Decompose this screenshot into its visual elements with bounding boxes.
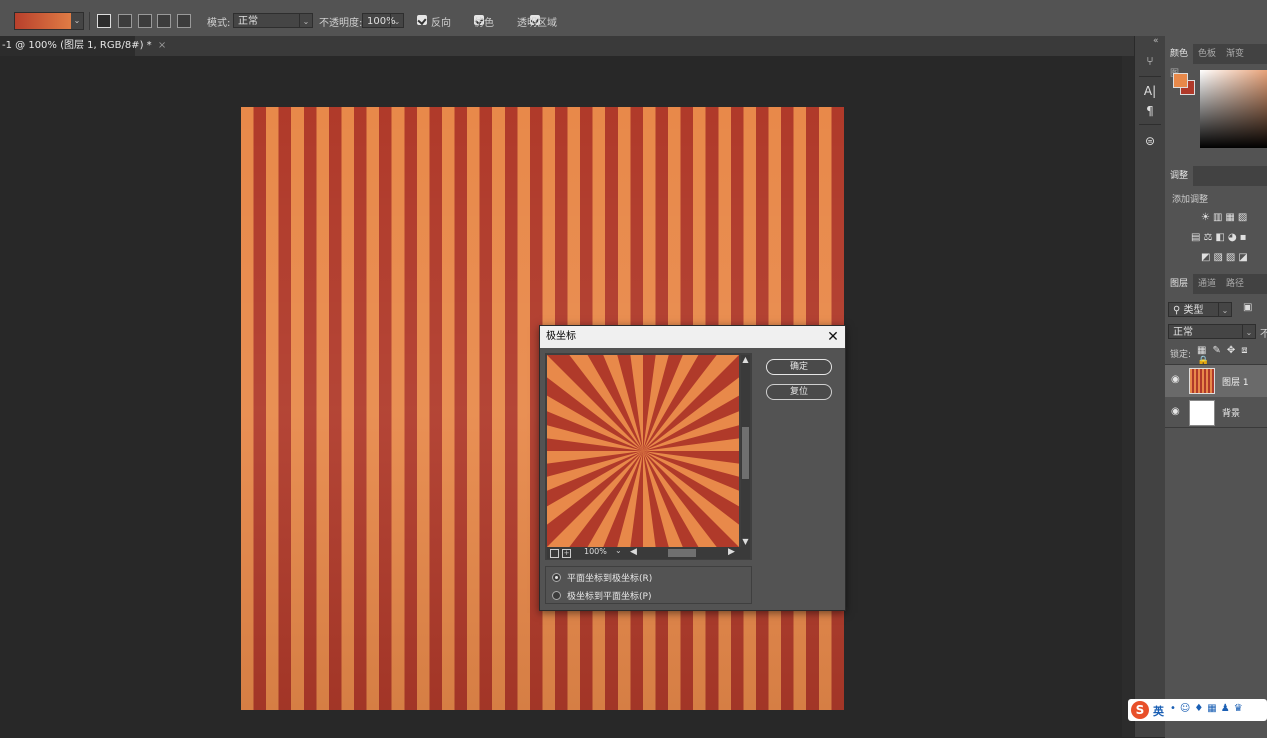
layers-list-area — [1165, 427, 1267, 738]
angle-gradient-button[interactable] — [138, 14, 152, 28]
preview-frame: ▲ ▼ + 100% ⌄ ◀ ▶ — [545, 353, 752, 560]
mode-label: 模式: — [207, 18, 231, 29]
document-tab-title: -1 @ 100% (图层 1, RGB/8#) * — [2, 40, 152, 51]
zoom-out-button[interactable] — [550, 549, 559, 558]
opacity-label: 不透明度: — [319, 18, 363, 29]
collapse-panels-icon[interactable]: « — [1153, 36, 1159, 46]
sogou-logo-icon[interactable]: S — [1131, 701, 1149, 719]
image-filter-icon[interactable]: ▣ — [1243, 302, 1252, 313]
color-field[interactable] — [1200, 70, 1267, 148]
close-icon[interactable]: ✕ — [825, 326, 841, 348]
adjustments-panel-tabs: 调整 — [1165, 166, 1267, 186]
opacity-label-truncated: 不 — [1260, 329, 1267, 340]
gradient-picker[interactable]: ⌄ — [14, 12, 84, 30]
reset-button[interactable]: 复位 — [766, 384, 832, 400]
blend-mode-value: 正常 — [1173, 327, 1193, 338]
document-tab[interactable]: -1 @ 100% (图层 1, RGB/8#) * × — [0, 36, 166, 56]
diamond-gradient-button[interactable] — [177, 14, 191, 28]
add-adjustment-label: 添加调整 — [1172, 195, 1209, 205]
toolbar-divider — [89, 12, 90, 30]
panel-divider — [1139, 76, 1161, 77]
ok-button[interactable]: 确定 — [766, 359, 832, 375]
mode-value: 正常 — [238, 16, 258, 27]
mode-select[interactable]: 正常 ⌄ — [233, 13, 313, 28]
ime-language[interactable]: 英 — [1153, 703, 1164, 719]
layer-name: 图层 1 — [1222, 378, 1249, 388]
properties-icon[interactable]: ⊜ — [1139, 132, 1161, 150]
tab-color[interactable]: 颜色 — [1165, 44, 1194, 64]
option-polar-to-rect-label[interactable]: 极坐标到平面坐标(P) — [567, 589, 651, 602]
preview-vscroll[interactable]: ▲ ▼ — [741, 355, 750, 547]
document-scrollbar[interactable] — [1122, 56, 1134, 737]
layer-row[interactable]: ◉ 背景 — [1165, 397, 1267, 427]
ime-toolbar: S 英 •☺♦▦♟♛ — [1128, 699, 1267, 721]
tab-paths[interactable]: 路径 — [1221, 274, 1249, 294]
hscroll-thumb[interactable] — [668, 549, 696, 557]
dither-label: 仿色 — [474, 18, 494, 29]
linear-gradient-button[interactable] — [97, 14, 111, 28]
opacity-input[interactable]: 100% ⌄ — [362, 13, 404, 28]
reflected-gradient-button[interactable] — [157, 14, 171, 28]
tab-swatches[interactable]: 色板 — [1193, 44, 1221, 64]
polar-coordinates-dialog: 极坐标 ✕ ▲ ▼ + 100% ⌄ ◀ ▶ 确定 复位 平面坐标到极坐标(R)… — [539, 325, 846, 611]
radio-polar-to-rect[interactable] — [552, 591, 561, 600]
reverse-label: 反向 — [431, 18, 451, 29]
document-tab-bar — [0, 36, 1134, 56]
eye-icon[interactable]: ◉ — [1171, 374, 1180, 385]
zoom-in-button[interactable]: + — [562, 549, 571, 558]
color-panel-tabs: 颜色色板渐变图 — [1165, 44, 1267, 79]
paragraph-icon[interactable]: ¶ — [1139, 102, 1161, 120]
scroll-thumb[interactable] — [742, 427, 749, 479]
adjustment-row-2[interactable]: ▤⚖◧◕▪ — [1191, 228, 1267, 248]
adjustment-row-1[interactable]: ☀▥▦▨ — [1191, 208, 1267, 228]
layer-thumbnail — [1189, 368, 1215, 394]
chevron-down-icon: ⌄ — [299, 14, 312, 27]
panel-divider — [1139, 124, 1161, 125]
chevron-down-icon: ⌄ — [71, 13, 83, 29]
chevron-down-icon: ⌄ — [1218, 303, 1231, 316]
tab-adjustments[interactable]: 调整 — [1165, 166, 1194, 186]
layer-thumbnail — [1189, 400, 1215, 426]
layer-filter-select[interactable]: ⚲ 类型 ⌄ — [1168, 302, 1232, 317]
radial-gradient-button[interactable] — [118, 14, 132, 28]
chevron-down-icon[interactable]: ⌄ — [615, 546, 622, 555]
layer-row[interactable]: ◉ 图层 1 — [1165, 365, 1267, 397]
blend-mode-select[interactable]: 正常 ⌄ — [1168, 324, 1256, 339]
adjustment-icons: ☀▥▦▨ ▤⚖◧◕▪ ◩▧▨◪ — [1191, 208, 1267, 268]
lock-label: 锁定: — [1170, 350, 1192, 360]
eye-icon[interactable]: ◉ — [1171, 406, 1180, 417]
conversion-options: 平面坐标到极坐标(R) 极坐标到平面坐标(P) — [545, 566, 752, 604]
preview-bottom-bar: + 100% ⌄ ◀ ▶ — [547, 546, 750, 559]
options-bar: ⌄ 模式: 正常 ⌄ 不透明度: 100% ⌄ 反向 仿色 透明区域 — [0, 6, 1267, 37]
foreground-color-swatch[interactable] — [1173, 73, 1188, 88]
scroll-left-icon[interactable]: ◀ — [630, 547, 637, 557]
dialog-title: 极坐标 — [546, 331, 576, 342]
radio-rect-to-polar[interactable] — [552, 573, 561, 582]
layer-name: 背景 — [1222, 409, 1241, 419]
panel-icon-column: « ⑂ A| ¶ ⊜ — [1134, 36, 1166, 737]
scroll-up-icon[interactable]: ▲ — [741, 355, 750, 364]
adjustment-row-3[interactable]: ◩▧▨◪ — [1191, 248, 1267, 268]
character-icon[interactable]: A| — [1139, 82, 1161, 100]
scroll-right-icon[interactable]: ▶ — [728, 547, 735, 557]
tab-channels[interactable]: 通道 — [1193, 274, 1221, 294]
transparency-label: 透明区域 — [517, 18, 557, 29]
chevron-down-icon: ⌄ — [1242, 325, 1255, 338]
layers-panel-tabs: 图层 通道 路径 — [1165, 274, 1267, 294]
tab-layers[interactable]: 图层 — [1165, 274, 1194, 294]
option-rect-to-polar-label[interactable]: 平面坐标到极坐标(R) — [567, 571, 652, 584]
tab-gradients[interactable]: 渐变 — [1221, 44, 1249, 64]
chevron-down-icon: ⌄ — [390, 14, 403, 27]
layer-filter-value: 类型 — [1183, 305, 1204, 316]
right-panels: 颜色色板渐变图 调整 添加调整 ☀▥▦▨ ▤⚖◧◕▪ ◩▧▨◪ 图层通道路径 ⚲… — [1165, 36, 1267, 738]
close-icon[interactable]: × — [158, 40, 166, 51]
scroll-down-icon[interactable]: ▼ — [741, 537, 750, 546]
filter-preview[interactable] — [547, 355, 739, 547]
reverse-checkbox[interactable] — [417, 15, 427, 25]
search-icon: ⚲ — [1173, 305, 1184, 316]
history-icon[interactable]: ⑂ — [1139, 52, 1161, 70]
ime-tool-icons[interactable]: •☺♦▦♟♛ — [1170, 703, 1247, 714]
zoom-value: 100% — [584, 547, 607, 556]
dialog-titlebar[interactable]: 极坐标 — [540, 326, 845, 348]
